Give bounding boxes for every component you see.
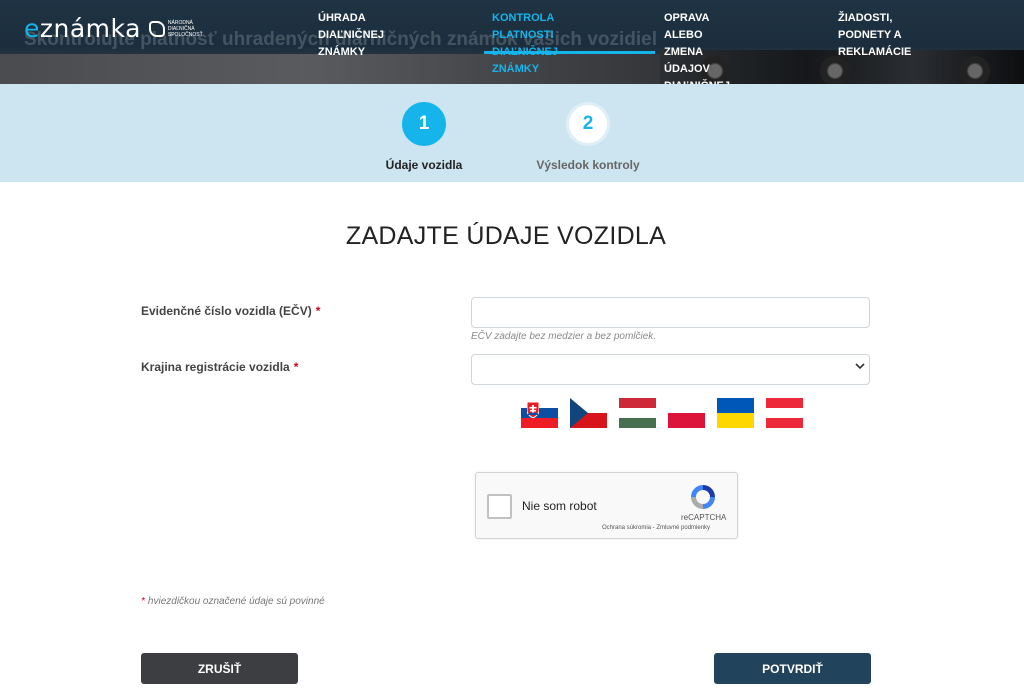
step-vehicle-data: 1 Údaje vozidla [354, 102, 494, 172]
step-label: Výsledok kontroly [536, 158, 640, 172]
ecv-label: Evidenčné číslo vozidla (EČV) * [141, 304, 321, 318]
cancel-button[interactable]: Zrušiť [141, 653, 298, 684]
slovak-coat-of-arms-icon [527, 402, 539, 418]
flag-poland[interactable] [668, 398, 705, 428]
confirm-button[interactable]: Potvrdiť [714, 653, 871, 684]
ecv-input[interactable] [471, 297, 870, 328]
flag-hungary[interactable] [619, 398, 656, 428]
step-label: Údaje vozidla [385, 158, 463, 172]
nds-logo-icon [148, 20, 165, 37]
flag-austria[interactable] [766, 398, 803, 428]
nav-item-uhrada[interactable]: Úhrada diaľničnej známky [318, 10, 384, 61]
step-number: 2 [566, 102, 610, 146]
required-fields-note: * hviezdičkou označené údaje sú povinné [141, 596, 325, 607]
step-check-result: 2 Výsledok kontroly [518, 102, 658, 172]
recaptcha-label: Nie som robot [522, 499, 597, 513]
nav-item-ziadosti[interactable]: Žiadosti, podnety a reklamácie [838, 10, 911, 61]
ecv-hint: EČV zadajte bez medzier a bez pomlčiek. [471, 331, 657, 342]
flag-ukraine[interactable] [717, 398, 754, 428]
recaptcha-widget: Nie som robot reCAPTCHA Ochrana súkromia… [475, 472, 738, 539]
flag-slovakia[interactable] [521, 398, 558, 428]
site-header: Skontrolujte platnosť uhradených diaľnič… [0, 0, 1024, 84]
recaptcha-icon [691, 485, 715, 509]
nav-item-oprava[interactable]: Oprava alebo zmena údajov diaľničnej zná… [664, 10, 730, 84]
recaptcha-links[interactable]: Ochrana súkromia - Zmluvné podmienky [602, 525, 710, 531]
country-label: Krajina registrácie vozidla * [141, 360, 299, 374]
country-flags [521, 398, 803, 428]
recaptcha-checkbox[interactable] [487, 494, 512, 519]
nds-logo-badge: Národná diaľničná spoločnosť [148, 19, 210, 38]
page-title: ZADAJTE ÚDAJE VOZIDLA [345, 222, 667, 250]
logo-subtitle: Národná diaľničná spoločnosť [167, 19, 203, 38]
required-mark: * [293, 360, 299, 374]
progress-stepper: 1 Údaje vozidla 2 Výsledok kontroly [0, 84, 1024, 182]
flag-czechia[interactable] [570, 398, 607, 428]
site-logo[interactable]: eznámka Národná diaľničná spoločnosť [24, 14, 210, 43]
nav-item-kontrola[interactable]: Kontrola platnosti diaľničnej známky [492, 10, 558, 78]
step-number: 1 [402, 102, 446, 146]
active-nav-indicator [484, 51, 655, 54]
logo-main-text: známka [39, 14, 141, 43]
chevron-down-icon [855, 363, 865, 370]
country-select[interactable] [471, 354, 870, 385]
required-mark: * [315, 304, 321, 318]
logo-prefix: e [24, 14, 40, 43]
recaptcha-brand: reCAPTCHA [681, 513, 727, 522]
